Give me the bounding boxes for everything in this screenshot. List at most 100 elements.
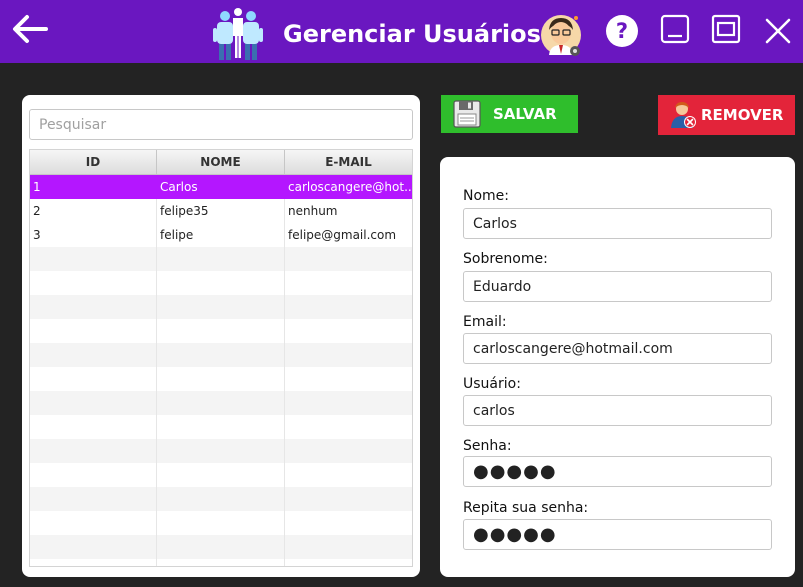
table-row[interactable]: 2 felipe35 nenhum [30, 199, 412, 223]
senha-field[interactable] [463, 456, 772, 487]
back-button[interactable] [10, 12, 50, 46]
table-row[interactable]: 3 felipe felipe@gmail.com [30, 223, 412, 247]
empty-cell [285, 295, 412, 319]
cell-id: 3 [30, 223, 157, 247]
empty-cell [285, 535, 412, 559]
empty-table-row [30, 343, 412, 367]
column-header-id[interactable]: ID [30, 150, 157, 174]
save-button[interactable]: SALVAR [441, 95, 578, 133]
empty-cell [157, 415, 285, 439]
empty-cell [157, 343, 285, 367]
cell-nome: felipe [157, 223, 285, 247]
empty-table-row [30, 463, 412, 487]
minimize-button[interactable] [660, 14, 690, 44]
remove-user-icon [671, 102, 696, 128]
empty-cell [285, 559, 412, 566]
empty-cell [157, 487, 285, 511]
close-button[interactable] [764, 17, 792, 45]
empty-cell [30, 271, 157, 295]
empty-cell [157, 463, 285, 487]
empty-table-row [30, 439, 412, 463]
empty-cell [285, 271, 412, 295]
empty-table-row [30, 271, 412, 295]
empty-cell [157, 535, 285, 559]
empty-cell [285, 367, 412, 391]
empty-table-row [30, 559, 412, 566]
empty-table-row [30, 319, 412, 343]
column-header-nome[interactable]: NOME [157, 150, 285, 174]
empty-cell [285, 343, 412, 367]
maximize-button[interactable] [711, 14, 741, 44]
empty-cell [285, 463, 412, 487]
empty-cell [285, 439, 412, 463]
user-avatar[interactable] [540, 14, 584, 58]
senha-label: Senha: [463, 438, 512, 454]
usuario-label: Usuário: [463, 376, 521, 392]
empty-table-row [30, 415, 412, 439]
column-header-email[interactable]: E-MAIL [285, 150, 412, 174]
users-group-icon [208, 6, 268, 62]
empty-cell [30, 439, 157, 463]
empty-table-row [30, 391, 412, 415]
page-title: Gerenciar Usuários [283, 20, 541, 48]
empty-cell [30, 463, 157, 487]
maximize-icon [711, 14, 741, 44]
empty-cell [30, 559, 157, 566]
empty-table-row [30, 295, 412, 319]
users-list-panel: ID NOME E-MAIL 1 Carlos carloscangere@ho… [22, 95, 420, 577]
nome-label: Nome: [463, 188, 510, 204]
cell-nome: felipe35 [157, 199, 285, 223]
nome-field[interactable] [463, 208, 772, 239]
empty-cell [30, 535, 157, 559]
empty-table-row [30, 487, 412, 511]
title-bar: Gerenciar Usuários ? [0, 0, 803, 63]
minimize-icon [660, 14, 690, 44]
empty-cell [157, 391, 285, 415]
save-button-label: SALVAR [493, 105, 557, 123]
empty-cell [157, 511, 285, 535]
cell-nome: Carlos [157, 175, 285, 199]
email-field[interactable] [463, 333, 772, 364]
table-row[interactable]: 1 Carlos carloscangere@hot... [30, 175, 412, 199]
empty-table-row [30, 247, 412, 271]
empty-cell [30, 343, 157, 367]
cell-email: carloscangere@hot... [288, 180, 412, 194]
cell-id: 1 [30, 175, 157, 199]
cell-email: felipe@gmail.com [288, 228, 397, 242]
user-avatar-icon [541, 15, 581, 56]
sobrenome-label: Sobrenome: [463, 251, 548, 267]
back-arrow-icon [13, 15, 48, 43]
save-icon [453, 100, 481, 128]
empty-cell [285, 415, 412, 439]
empty-table-row [30, 535, 412, 559]
repita-senha-label: Repita sua senha: [463, 500, 589, 516]
usuario-field[interactable] [463, 395, 772, 426]
empty-cell [285, 487, 412, 511]
search-input[interactable] [29, 109, 413, 140]
empty-cell [285, 319, 412, 343]
empty-cell [285, 247, 412, 271]
sobrenome-field[interactable] [463, 271, 772, 302]
user-form-panel: Nome: Sobrenome: Email: Usuário: Senha: … [440, 157, 795, 577]
cell-id: 2 [30, 199, 157, 223]
help-button[interactable]: ? [605, 14, 639, 48]
empty-cell [30, 511, 157, 535]
empty-cell [157, 367, 285, 391]
table-body: 1 Carlos carloscangere@hot... 2 felipe35… [30, 175, 412, 566]
empty-cell [30, 247, 157, 271]
empty-cell [157, 559, 285, 566]
empty-cell [285, 391, 412, 415]
empty-cell [30, 487, 157, 511]
empty-cell [30, 391, 157, 415]
empty-cell [157, 319, 285, 343]
remove-button-label: REMOVER [701, 106, 784, 124]
remove-button[interactable]: REMOVER [658, 95, 795, 135]
users-table: ID NOME E-MAIL 1 Carlos carloscangere@ho… [29, 149, 413, 567]
help-icon: ? [606, 15, 638, 47]
table-header: ID NOME E-MAIL [30, 150, 412, 175]
repita-senha-field[interactable] [463, 519, 772, 550]
empty-cell [157, 247, 285, 271]
cell-email: nenhum [288, 204, 338, 218]
empty-cell [30, 415, 157, 439]
empty-cell [285, 511, 412, 535]
